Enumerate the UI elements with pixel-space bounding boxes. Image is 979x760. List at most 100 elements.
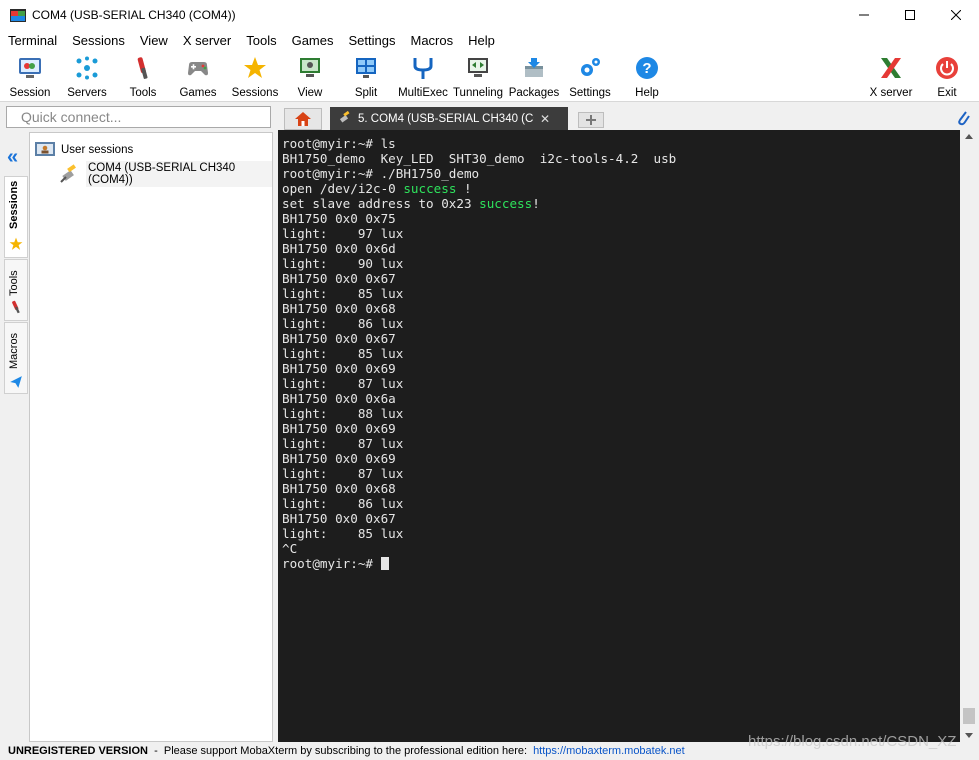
paperclip-icon[interactable] <box>956 109 970 130</box>
scroll-thumb[interactable] <box>963 708 975 724</box>
terminal-line: BH1750 0x0 0x68 <box>282 301 396 316</box>
view-label: View <box>297 87 323 99</box>
terminal-text: ! <box>532 196 540 211</box>
packages-button[interactable]: Packages <box>507 52 561 100</box>
games-label: Games <box>179 87 217 99</box>
multiexec-icon <box>410 55 436 81</box>
mobaxterm-window: COM4 (USB-SERIAL CH340 (COM4)) Terminal … <box>0 0 979 760</box>
unregistered-label: UNREGISTERED VERSION <box>8 745 148 757</box>
title-bar: COM4 (USB-SERIAL CH340 (COM4)) <box>0 0 979 30</box>
terminal-line: light: 90 lux <box>282 256 404 271</box>
terminal-output[interactable]: root@myir:~# ls BH1750_demo Key_LED SHT3… <box>278 130 960 742</box>
servers-button[interactable]: Servers <box>60 52 114 100</box>
tools-button[interactable]: Tools <box>116 52 170 100</box>
session-item-label: COM4 (USB-SERIAL CH340 (COM4)) <box>86 161 272 187</box>
home-icon <box>295 112 311 126</box>
help-button[interactable]: ? Help <box>620 52 674 100</box>
terminal-prompt: root@myir:~# <box>282 556 381 571</box>
close-icon <box>951 10 961 20</box>
multiexec-label: MultiExec <box>398 87 448 99</box>
terminal-line: open /dev/i2c-0 success ! <box>282 181 960 196</box>
star-icon <box>242 55 268 81</box>
terminal-line: BH1750 0x0 0x67 <box>282 271 396 286</box>
tunneling-icon <box>465 55 491 81</box>
plus-icon <box>586 115 596 125</box>
exit-button[interactable]: Exit <box>920 52 974 100</box>
new-tab-button[interactable] <box>578 112 604 128</box>
split-label: Split <box>354 87 378 99</box>
window-title: COM4 (USB-SERIAL CH340 (COM4)) <box>32 8 236 22</box>
servers-icon <box>74 55 100 81</box>
maximize-button[interactable] <box>887 0 933 30</box>
watermark-text: https://blog.csdn.net/CSDN_XZ <box>748 733 957 750</box>
menu-sessions[interactable]: Sessions <box>72 33 125 48</box>
xserver-label: X server <box>869 87 913 99</box>
tunneling-button[interactable]: Tunneling <box>451 52 505 100</box>
settings-button[interactable]: Settings <box>563 52 617 100</box>
terminal-line: light: 86 lux <box>282 496 404 511</box>
help-icon: ? <box>634 55 660 81</box>
menu-bar: Terminal Sessions View X server Tools Ga… <box>0 30 979 50</box>
serial-plug-icon <box>338 110 354 127</box>
games-button[interactable]: Games <box>171 52 225 100</box>
minimize-button[interactable] <box>841 0 887 30</box>
menu-settings[interactable]: Settings <box>349 33 396 48</box>
terminal-scrollbar[interactable] <box>960 130 978 742</box>
scroll-down-arrow-icon[interactable] <box>965 733 973 738</box>
side-tab-strip: « Sessions Tools Macros <box>4 132 28 394</box>
session-button[interactable]: Session <box>3 52 57 100</box>
multiexec-button[interactable]: MultiExec <box>396 52 450 100</box>
home-tab[interactable] <box>284 108 322 130</box>
success-text: success <box>403 181 457 196</box>
terminal-line: BH1750 0x0 0x6a <box>282 391 396 406</box>
terminal-line: light: 87 lux <box>282 436 404 451</box>
packages-label: Packages <box>508 87 560 99</box>
tools-icon <box>130 55 156 81</box>
menu-games[interactable]: Games <box>292 33 334 48</box>
terminal-line: light: 85 lux <box>282 346 404 361</box>
terminal-line: BH1750 0x0 0x75 <box>282 211 396 226</box>
terminal-line: light: 87 lux <box>282 466 404 481</box>
tab-macros-side[interactable]: Macros <box>4 322 28 394</box>
terminal-line: BH1750 0x0 0x69 <box>282 421 396 436</box>
success-text: success <box>479 196 533 211</box>
packages-icon <box>521 55 547 81</box>
terminal-text: ! <box>456 181 472 196</box>
tunneling-label: Tunneling <box>452 87 504 99</box>
menu-x-server[interactable]: X server <box>183 33 231 48</box>
support-message: - Please support MobaXterm by subscribin… <box>147 745 528 757</box>
user-folder-icon <box>35 140 55 159</box>
star-icon <box>9 237 23 254</box>
menu-view[interactable]: View <box>140 33 168 48</box>
x-server-icon <box>878 55 904 81</box>
tab-sessions-side[interactable]: Sessions <box>4 176 28 258</box>
xserver-button[interactable]: X server <box>864 52 918 100</box>
session-icon <box>17 55 43 81</box>
terminal-line: BH1750 0x0 0x67 <box>282 331 396 346</box>
menu-tools[interactable]: Tools <box>246 33 276 48</box>
svg-text:?: ? <box>642 60 651 77</box>
minimize-icon <box>859 14 869 16</box>
split-button[interactable]: Split <box>339 52 393 100</box>
user-sessions-label: User sessions <box>61 143 134 156</box>
tab-close-icon[interactable]: ✕ <box>540 112 550 126</box>
menu-help[interactable]: Help <box>468 33 495 48</box>
tools-icon <box>9 300 23 317</box>
collapse-sidebar-icon[interactable]: « <box>7 146 18 169</box>
terminal-line: BH1750_demo Key_LED SHT30_demo i2c-tools… <box>282 151 677 166</box>
view-button[interactable]: View <box>283 52 337 100</box>
serial-plug-icon <box>60 163 82 186</box>
scroll-up-arrow-icon[interactable] <box>965 134 973 139</box>
sessions-side-label: Sessions <box>8 180 20 229</box>
close-window-button[interactable] <box>933 0 979 30</box>
menu-macros[interactable]: Macros <box>410 33 453 48</box>
session-item-com4[interactable]: COM4 (USB-SERIAL CH340 (COM4)) <box>60 161 272 187</box>
menu-terminal[interactable]: Terminal <box>8 33 57 48</box>
tab-com4[interactable]: 5. COM4 (USB-SERIAL CH340 (COM4)) ✕ <box>330 107 568 130</box>
sessions-button[interactable]: Sessions <box>228 52 282 100</box>
mobatek-link[interactable]: https://mobaxterm.mobatek.net <box>533 745 685 757</box>
quick-connect-input[interactable]: Quick connect... <box>6 106 271 128</box>
user-sessions-node[interactable]: User sessions <box>35 140 133 159</box>
tab-tools-side[interactable]: Tools <box>4 259 28 321</box>
tab-com4-label: 5. COM4 (USB-SERIAL CH340 (COM4)) <box>358 112 534 125</box>
